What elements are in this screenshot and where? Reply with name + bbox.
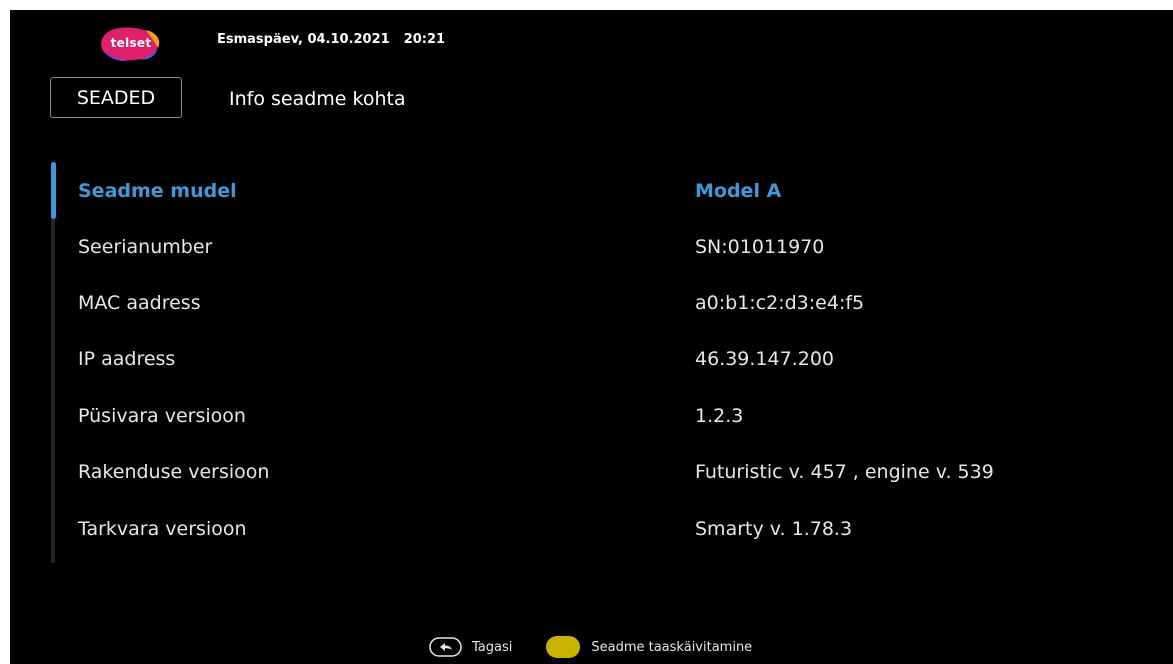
info-value: Model A: [695, 180, 782, 202]
footer-hints: Tagasi Seadme taaskäivitamine: [429, 635, 752, 659]
date-text: Esmaspäev, 04.10.2021: [217, 32, 390, 47]
scrollbar-track: [51, 162, 55, 563]
info-label: MAC aadress: [78, 292, 201, 314]
back-arrow-icon[interactable]: [429, 637, 462, 657]
time-text: 20:21: [403, 32, 446, 47]
info-label: IP aadress: [78, 348, 176, 370]
logo-text: telset: [110, 36, 152, 50]
telset-logo: telset: [100, 26, 162, 62]
scrollbar-thumb[interactable]: [51, 162, 56, 219]
info-row-device-model[interactable]: Seadme mudel Model A: [78, 180, 1138, 210]
info-row-ip-address[interactable]: IP aadress 46.39.147.200: [78, 348, 1138, 378]
back-label: Tagasi: [472, 639, 513, 655]
info-row-mac-address[interactable]: MAC aadress a0:b1:c2:d3:e4:f5: [78, 292, 1138, 322]
date-time: Esmaspäev, 04.10.2021 20:21: [217, 32, 445, 47]
info-value: SN:01011970: [695, 236, 825, 258]
info-row-application-version[interactable]: Rakenduse versioon Futuristic v. 457 , e…: [78, 461, 1138, 491]
info-value: a0:b1:c2:d3:e4:f5: [695, 292, 865, 314]
info-label: Seadme mudel: [78, 180, 237, 202]
info-value: 46.39.147.200: [695, 348, 835, 370]
info-value: 1.2.3: [695, 405, 744, 427]
info-label: Püsivara versioon: [78, 405, 246, 427]
info-row-software-version[interactable]: Tarkvara versioon Smarty v. 1.78.3: [78, 518, 1138, 548]
info-label: Tarkvara versioon: [78, 518, 247, 540]
section-label-settings[interactable]: SEADED: [50, 77, 182, 118]
restart-device-label: Seadme taaskäivitamine: [591, 639, 753, 655]
info-label: Seerianumber: [78, 236, 213, 258]
page-title: Info seadme kohta: [229, 88, 406, 110]
info-row-serial-number[interactable]: Seerianumber SN:01011970: [78, 236, 1138, 266]
info-value: Smarty v. 1.78.3: [695, 518, 853, 540]
yellow-key-icon[interactable]: [546, 636, 581, 658]
info-row-firmware-version[interactable]: Püsivara versioon 1.2.3: [78, 405, 1138, 435]
settings-screen: telset Esmaspäev, 04.10.2021 20:21 SEADED…: [10, 10, 1173, 664]
info-label: Rakenduse versioon: [78, 461, 270, 483]
info-value: Futuristic v. 457 , engine v. 539: [695, 461, 994, 483]
